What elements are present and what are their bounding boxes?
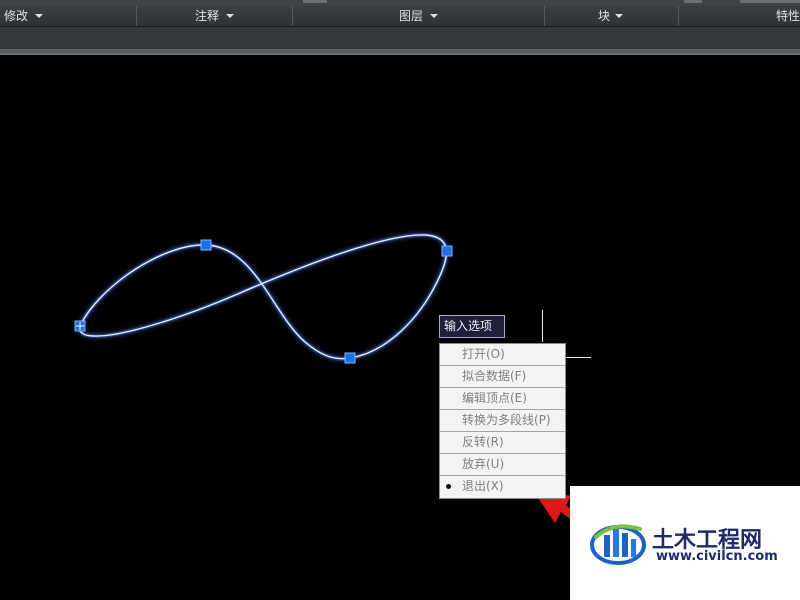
ribbon-panel-label: 图层 [399,9,424,23]
option-fit-data[interactable]: 拟合数据(F) [440,366,565,388]
option-label: 转换为多段线(P) [462,413,551,427]
ribbon-panel-block[interactable]: 块 [545,6,679,26]
command-prompt-tooltip: 输入选项 [439,315,505,338]
grip-square-icon[interactable] [200,239,212,251]
ribbon-panel-label: 特性 [776,9,800,23]
option-label: 反转(R) [462,435,504,449]
ribbon-panel-properties[interactable]: 特性 [679,6,800,26]
ribbon-panel-label: 修改 [4,9,29,23]
option-open[interactable]: 打开(O) [440,344,565,366]
ribbon-panel-annotation[interactable]: 注释 [137,6,293,26]
option-label: 打开(O) [462,347,505,361]
ribbon-panel-bar: 修改 注释 图层 块 特性 [0,6,800,27]
grip-square-icon[interactable] [441,245,453,257]
file-tab-strip [0,27,800,49]
option-exit[interactable]: 退出(X) [440,476,565,498]
ribbon-header-mark [684,0,702,3]
ribbon-panel-label: 注释 [195,9,220,23]
option-label: 编辑顶点(E) [462,391,527,405]
cursor-crosshair-horizontal [566,357,591,358]
option-label: 退出(X) [462,479,504,493]
ribbon-header-mark [303,0,327,3]
option-convert-to-polyline[interactable]: 转换为多段线(P) [440,410,565,432]
grip-square-icon[interactable] [344,352,356,364]
civilcn-logo-icon [590,524,646,565]
dynamic-input-option-menu: 打开(O) 拟合数据(F) 编辑顶点(E) 转换为多段线(P) 反转(R) 放弃… [439,343,566,499]
ribbon-header-mark [740,0,800,3]
chevron-down-icon [35,14,43,18]
option-edit-vertex[interactable]: 编辑顶点(E) [440,388,565,410]
bullet-dot-icon [446,484,451,489]
chevron-down-icon [226,14,234,18]
option-reverse[interactable]: 反转(R) [440,432,565,454]
ribbon-panel-layers[interactable]: 图层 [293,6,545,26]
option-label: 放弃(U) [462,457,505,471]
watermark-url: www.civilcn.com [656,549,778,564]
site-watermark: 土木工程网 www.civilcn.com [570,486,800,600]
cursor-crosshair-vertical [542,310,543,342]
option-label: 拟合数据(F) [462,369,527,383]
cad-window: 修改 注释 图层 块 特性 输入选项 打开(O) 拟合数据(F) 编辑顶点(E)… [0,0,800,600]
chevron-down-icon [615,14,623,18]
selected-spline-core [78,234,448,360]
chevron-down-icon [430,14,438,18]
ribbon-panel-label: 块 [598,9,611,23]
ribbon-panel-modify[interactable]: 修改 [0,6,137,26]
option-undo[interactable]: 放弃(U) [440,454,565,476]
